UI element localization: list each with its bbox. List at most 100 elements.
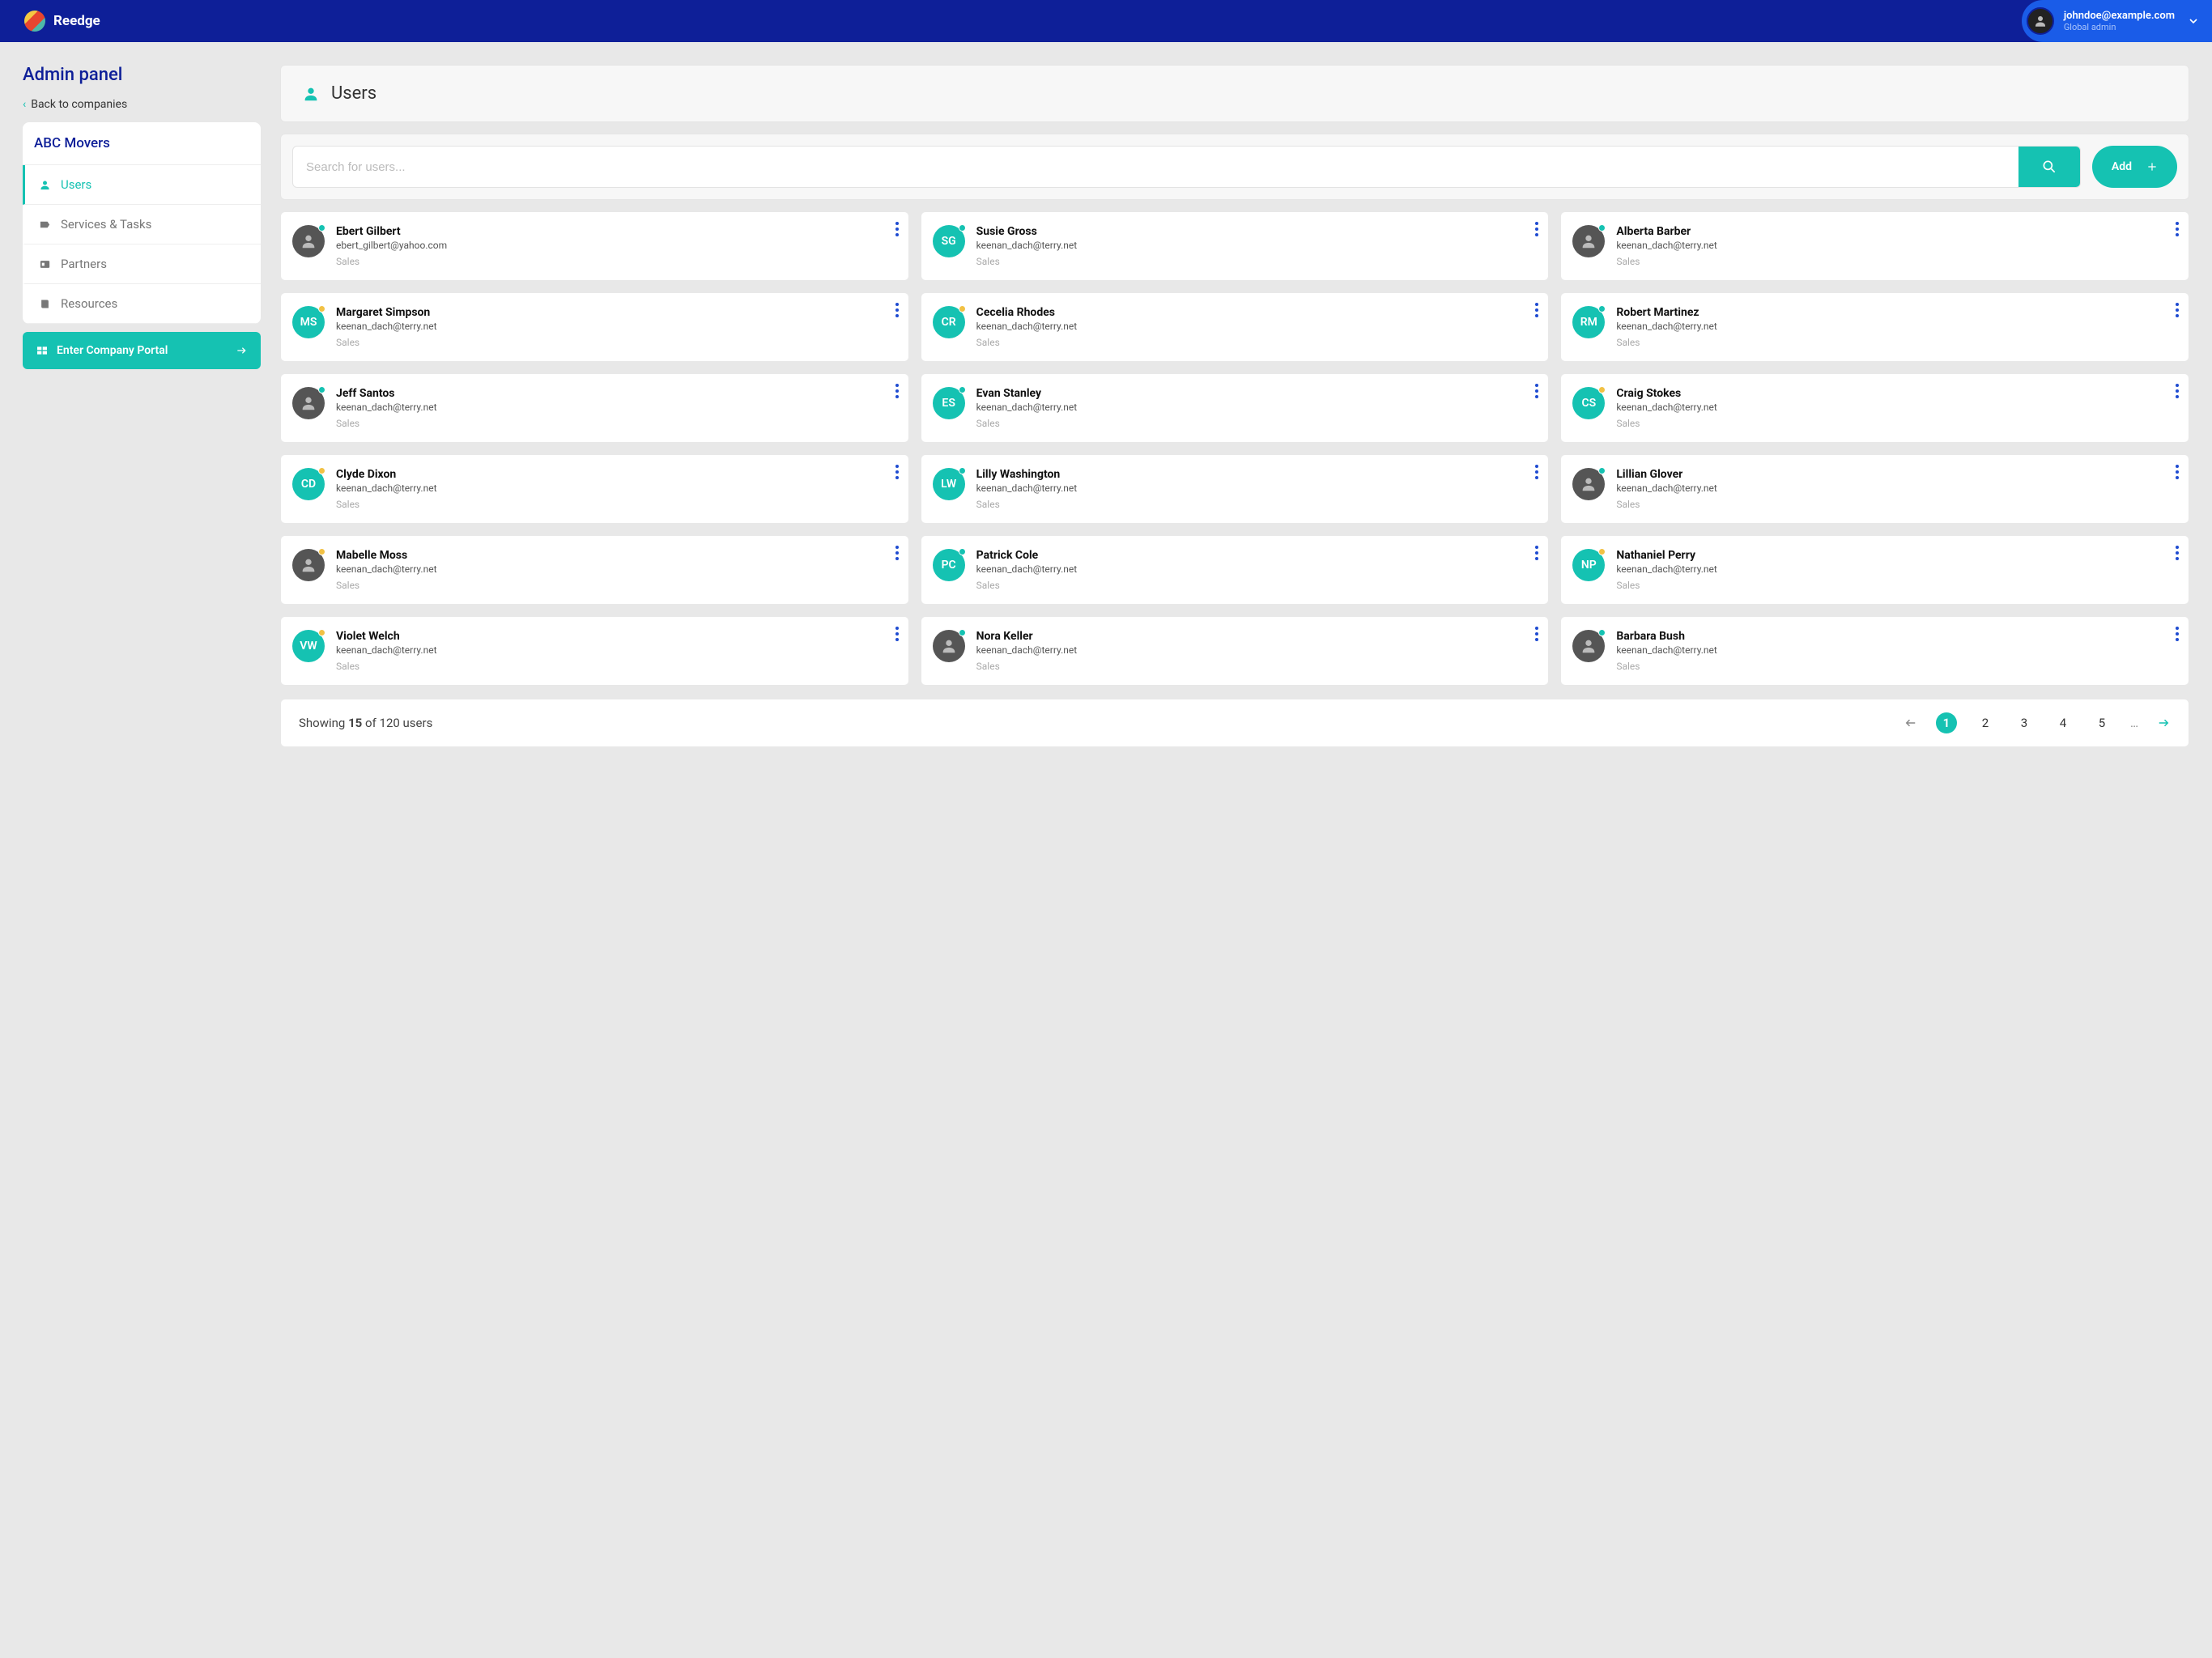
card-menu-button[interactable]	[895, 627, 899, 641]
user-email: keenan_dach@terry.net	[976, 483, 1078, 494]
user-name: Evan Stanley	[976, 387, 1078, 400]
sidebar-item-services-tasks[interactable]: Services & Tasks	[23, 205, 261, 244]
arrow-right-icon	[235, 344, 248, 357]
user-email: keenan_dach@terry.net	[1616, 563, 1717, 575]
status-dot-icon	[959, 386, 966, 393]
sidebar-item-resources[interactable]: Resources	[23, 284, 261, 324]
user-role: Sales	[976, 580, 1078, 591]
user-role: Sales	[1616, 499, 1717, 510]
avatar	[292, 387, 325, 419]
user-name: Patrick Cole	[976, 549, 1078, 562]
user-role: Sales	[1616, 256, 1717, 267]
card-menu-button[interactable]	[1535, 627, 1538, 641]
card-menu-button[interactable]	[895, 465, 899, 479]
user-card-body: Susie Grosskeenan_dach@terry.netSales	[976, 225, 1078, 267]
user-card-body: Evan Stanleykeenan_dach@terry.netSales	[976, 387, 1078, 429]
card-menu-button[interactable]	[2176, 465, 2179, 479]
user-card[interactable]: Nora Kellerkeenan_dach@terry.netSales	[921, 616, 1550, 686]
current-user-chip[interactable]: johndoe@example.com Global admin	[2022, 0, 2212, 42]
user-name: Susie Gross	[976, 225, 1078, 238]
portal-icon	[36, 344, 49, 357]
back-to-companies-link[interactable]: ‹ Back to companies	[23, 98, 261, 111]
page-number[interactable]: 3	[2014, 712, 2035, 733]
card-menu-button[interactable]	[2176, 546, 2179, 560]
card-menu-button[interactable]	[1535, 303, 1538, 317]
enter-company-portal-button[interactable]: Enter Company Portal	[23, 332, 261, 369]
card-menu-button[interactable]	[1535, 546, 1538, 560]
user-email: keenan_dach@terry.net	[1616, 402, 1717, 413]
card-menu-button[interactable]	[2176, 303, 2179, 317]
page-number[interactable]: 4	[2052, 712, 2074, 733]
user-role: Sales	[336, 661, 437, 672]
page-title: Users	[331, 83, 376, 104]
user-card[interactable]: CSCraig Stokeskeenan_dach@terry.netSales	[1560, 373, 2189, 443]
status-dot-icon	[959, 548, 966, 555]
user-card[interactable]: MSMargaret Simpsonkeenan_dach@terry.netS…	[280, 292, 909, 362]
status-dot-icon	[959, 305, 966, 312]
card-menu-button[interactable]	[1535, 465, 1538, 479]
user-email: keenan_dach@terry.net	[1616, 644, 1717, 656]
page-number[interactable]: 1	[1936, 712, 1957, 733]
brand-name: Reedge	[53, 13, 100, 29]
user-card[interactable]: Barbara Bushkeenan_dach@terry.netSales	[1560, 616, 2189, 686]
user-role: Sales	[336, 499, 437, 510]
pagination-summary: Showing 15 of 120 users	[299, 716, 432, 730]
page-next-button[interactable]	[2156, 716, 2171, 730]
card-menu-button[interactable]	[2176, 627, 2179, 641]
user-role: Global admin	[2064, 22, 2175, 32]
main-content: Users Add Ebert Gilbertebert_gilbert@yah…	[280, 65, 2189, 747]
user-email: keenan_dach@terry.net	[976, 402, 1078, 413]
user-card[interactable]: NPNathaniel Perrykeenan_dach@terry.netSa…	[1560, 535, 2189, 605]
avatar: VW	[292, 630, 325, 662]
user-card-body: Lilly Washingtonkeenan_dach@terry.netSal…	[976, 468, 1078, 510]
user-card-body: Barbara Bushkeenan_dach@terry.netSales	[1616, 630, 1717, 672]
pagination-controls: 12345 …	[1904, 712, 2171, 733]
search-button[interactable]	[2018, 147, 2080, 187]
card-menu-button[interactable]	[895, 546, 899, 560]
card-menu-button[interactable]	[895, 384, 899, 398]
card-menu-button[interactable]	[1535, 222, 1538, 236]
user-email: keenan_dach@terry.net	[976, 644, 1078, 656]
user-card[interactable]: RMRobert Martinezkeenan_dach@terry.netSa…	[1560, 292, 2189, 362]
user-name: Alberta Barber	[1616, 225, 1717, 238]
status-dot-icon	[318, 386, 325, 393]
card-menu-button[interactable]	[1535, 384, 1538, 398]
user-card-body: Ebert Gilbertebert_gilbert@yahoo.comSale…	[336, 225, 447, 267]
user-card[interactable]: Lillian Gloverkeenan_dach@terry.netSales	[1560, 454, 2189, 524]
search-input[interactable]	[293, 147, 2018, 187]
user-role: Sales	[1616, 661, 1717, 672]
user-card[interactable]: PCPatrick Colekeenan_dach@terry.netSales	[921, 535, 1550, 605]
card-menu-button[interactable]	[895, 222, 899, 236]
card-menu-button[interactable]	[2176, 384, 2179, 398]
user-icon	[302, 85, 320, 103]
sidebar-item-users[interactable]: Users	[23, 165, 261, 205]
user-card[interactable]: LWLilly Washingtonkeenan_dach@terry.netS…	[921, 454, 1550, 524]
sidebar-item-label: Services & Tasks	[61, 217, 151, 232]
page-number[interactable]: 5	[2091, 712, 2112, 733]
add-user-button[interactable]: Add	[2092, 146, 2177, 188]
avatar: SG	[933, 225, 965, 257]
user-card-body: Nora Kellerkeenan_dach@terry.netSales	[976, 630, 1078, 672]
user-card[interactable]: Mabelle Mosskeenan_dach@terry.netSales	[280, 535, 909, 605]
card-menu-button[interactable]	[2176, 222, 2179, 236]
add-label: Add	[2112, 160, 2132, 173]
avatar	[2027, 7, 2054, 35]
user-card[interactable]: Jeff Santoskeenan_dach@terry.netSales	[280, 373, 909, 443]
user-card[interactable]: VWViolet Welchkeenan_dach@terry.netSales	[280, 616, 909, 686]
user-card[interactable]: ESEvan Stanleykeenan_dach@terry.netSales	[921, 373, 1550, 443]
sidebar-item-partners[interactable]: Partners	[23, 244, 261, 284]
user-card-body: Clyde Dixonkeenan_dach@terry.netSales	[336, 468, 437, 510]
page-prev-button[interactable]	[1904, 716, 1918, 730]
user-card[interactable]: Ebert Gilbertebert_gilbert@yahoo.comSale…	[280, 211, 909, 281]
avatar: CD	[292, 468, 325, 500]
user-card-body: Robert Martinezkeenan_dach@terry.netSale…	[1616, 306, 1717, 348]
avatar: CS	[1572, 387, 1605, 419]
tag-icon	[38, 219, 51, 231]
user-card[interactable]: Alberta Barberkeenan_dach@terry.netSales	[1560, 211, 2189, 281]
user-card[interactable]: SG Susie Grosskeenan_dach@terry.netSales	[921, 211, 1550, 281]
page-number[interactable]: 2	[1975, 712, 1996, 733]
card-menu-button[interactable]	[895, 303, 899, 317]
search-wrap	[292, 146, 2081, 188]
user-card[interactable]: CD Clyde Dixonkeenan_dach@terry.netSales	[280, 454, 909, 524]
user-card[interactable]: CRCecelia Rhodeskeenan_dach@terry.netSal…	[921, 292, 1550, 362]
